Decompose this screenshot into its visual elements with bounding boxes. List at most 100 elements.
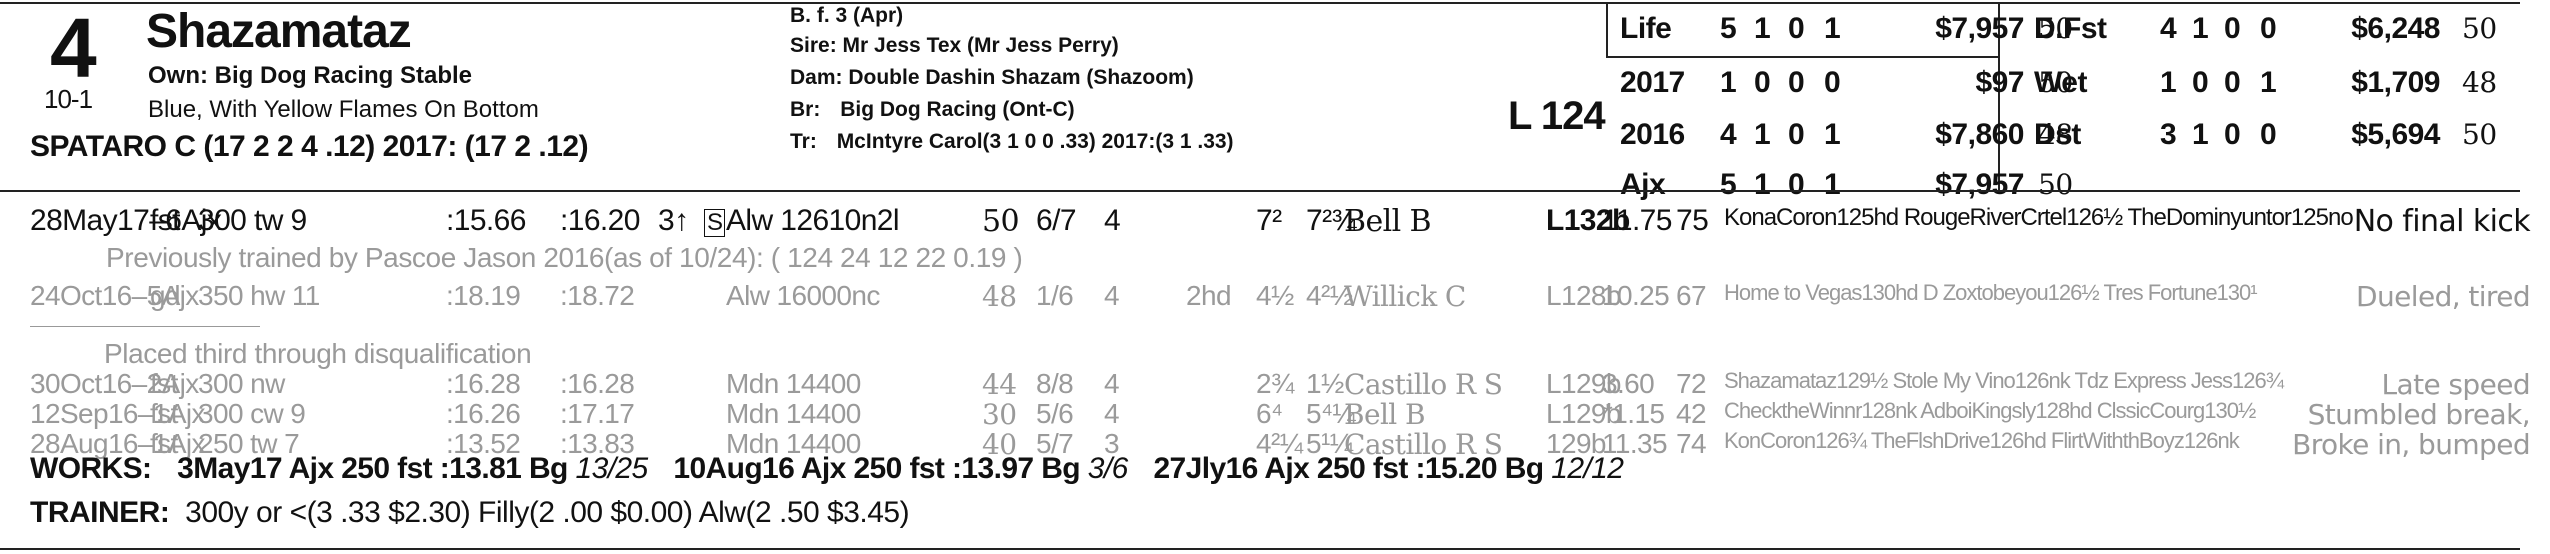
race-1-dist: 350 hw 11 — [198, 280, 320, 311]
work-1-rank: 13/25 — [575, 452, 649, 485]
race-2-odds: 3.60 — [1602, 368, 1655, 399]
trainer-stats-line: TRAINER: 300y or <(3 .33 $2.30) Filly(2 … — [30, 496, 910, 530]
race-3-fin1: 6⁴ — [1256, 398, 1283, 429]
stats-right-w-2: 1 — [2192, 118, 2209, 151]
race-3-pp: 5/6 — [1036, 398, 1074, 429]
race-2-fin1: 2¾ — [1256, 368, 1294, 399]
stats-right-label-2: Dst — [2034, 118, 2081, 151]
breeder-label: Br: — [790, 98, 821, 121]
trainer-name: McIntyre Carol(3 1 0 0 .33) 2017:(3 1 .3… — [836, 130, 1234, 153]
stats-right-s-1: 1 — [2260, 66, 2277, 99]
placed-third-note: Placed third through disqualification — [104, 338, 532, 369]
race-0-rtype: Alw 12610n2l — [726, 204, 900, 237]
trainer-label: Tr: — [790, 130, 817, 153]
stats-right-earn-2: $5,694 — [2351, 118, 2440, 151]
stats-left-s-1: 0 — [1824, 66, 1841, 99]
stats-left-st-0: 5 — [1720, 12, 1737, 45]
stats-right-label-1: Wet — [2034, 66, 2087, 99]
trainer-line: Tr: McIntyre Carol(3 1 0 0 .33) 2017:(3 … — [790, 130, 1234, 154]
stats-left-st-1: 1 — [1720, 66, 1737, 99]
work-1: 3May17 Ajx 250 fst :13.81 Bg — [177, 452, 568, 485]
trainer-stats-text: 300y or <(3 .33 $2.30) Filly(2 .00 $0.00… — [185, 496, 910, 529]
race-1-odds: 10.25 — [1602, 280, 1670, 311]
stats-box-bottom — [1606, 56, 1998, 58]
owner-label: Own: — [148, 62, 208, 89]
dam: Dam: Double Dashin Shazam (Shazoom) — [790, 66, 1194, 89]
sex-age: B. f. 3 (Apr) — [790, 4, 904, 27]
race-3-st: 4 — [1104, 398, 1120, 429]
stats-right-s-0: 0 — [2260, 12, 2277, 45]
jockey-line: SPATARO C (17 2 2 4 .12) 2017: (17 2 .12… — [30, 130, 589, 163]
race-1-c1: 2hd — [1186, 280, 1232, 311]
stats-right-p-0: 0 — [2224, 12, 2241, 45]
stats-left-earn-0: $7,957 — [1935, 12, 2024, 45]
race-2-st: 4 — [1104, 368, 1120, 399]
race-2-fin2: 1½ — [1306, 368, 1344, 399]
race-3-rtype: Mdn 14400 — [726, 398, 861, 429]
race-3-odds: *1.15 — [1602, 398, 1665, 429]
race-4-comp: KonCoron126¾ TheFlshDrive126hd FlirtWith… — [1724, 428, 2240, 453]
stats-right-label-0: D.Fst — [2034, 12, 2107, 45]
breeder-line: Br: Big Dog Racing (Ont-C) — [790, 98, 1075, 122]
stats-left-s-2: 1 — [1824, 118, 1841, 151]
stats-left-p-1: 0 — [1788, 66, 1805, 99]
race-2-sr: 72 — [1676, 368, 1707, 399]
header-separator — [0, 190, 2520, 192]
stats-right-st-1: 1 — [2160, 66, 2177, 99]
stats-left-s-3: 1 — [1824, 168, 1841, 201]
race-0-age: 3↑ — [658, 204, 689, 237]
work-3-rank: 12/12 — [1551, 452, 1624, 485]
race-3-jockey: Bell B — [1344, 398, 1426, 431]
owner-line: Own: Big Dog Racing Stable — [148, 62, 472, 90]
race-1-comp: Home to Vegas130hd D Zoxtobeyou126½ Tres… — [1724, 280, 2258, 305]
bottom-rule — [0, 548, 2520, 550]
race-2-rtype: Mdn 14400 — [726, 368, 861, 399]
race-4-comment: Broke in, bumped — [2292, 428, 2530, 461]
race-1-fin1: 4½ — [1256, 280, 1294, 311]
stats-left-label-0: Life — [1620, 12, 1672, 45]
work-2-rank: 3/6 — [1087, 452, 1129, 485]
silks-description: Blue, With Yellow Flames On Bottom — [148, 96, 539, 123]
stats-left-earn-1: $97 — [1975, 66, 2024, 99]
race-4-sr: 74 — [1676, 428, 1707, 459]
race-0-f1: :15.66 — [446, 204, 526, 237]
race-1-cond: gd — [150, 280, 181, 311]
race-3-cond: fst — [150, 398, 178, 429]
stats-right-s-2: 0 — [2260, 118, 2277, 151]
stats-left-label-2: 2016 — [1620, 118, 1685, 151]
race-0-comp: KonaCoron125hd RougeRiverCrtel126½ TheDo… — [1724, 204, 2354, 231]
stats-right-st-0: 4 — [2160, 12, 2177, 45]
stats-right-earn-1: $1,709 — [2351, 66, 2440, 99]
race-0-pp: 6/7 — [1036, 204, 1077, 237]
previously-trained-note: Previously trained by Pascoe Jason 2016(… — [106, 242, 1023, 273]
works-label: WORKS: — [30, 452, 152, 485]
race-3-comment: Stumbled break, — [2307, 398, 2531, 431]
stats-right-p-2: 0 — [2224, 118, 2241, 151]
race-0-comment: No final kick — [2353, 204, 2531, 239]
work-3: 27Jly16 Ajx 250 fst :15.20 Bg — [1153, 452, 1544, 485]
race-1-jockey: Willick C — [1344, 280, 1466, 313]
state-bred-box: S — [704, 209, 726, 237]
horse-name: Shazamataz — [146, 5, 412, 58]
sire: Sire: Mr Jess Tex (Mr Jess Perry) — [790, 34, 1119, 57]
race-1-f2: :18.72 — [560, 280, 635, 311]
race-0-st: 4 — [1104, 204, 1121, 237]
stats-right-st-2: 3 — [2160, 118, 2177, 151]
stats-left-earn-2: $7,860 — [1935, 118, 2024, 151]
race-0-date: 28May17–6Ajx — [30, 204, 222, 237]
race-3-dist: 300 cw 9 — [198, 398, 306, 429]
stats-left-st-3: 5 — [1720, 168, 1737, 201]
stats-left-label-1: 2017 — [1620, 66, 1685, 99]
race-3-date: 12Sep16–1Ajx — [30, 398, 206, 429]
stats-left-sr-3: 50 — [2038, 168, 2073, 201]
race-3-f1: :16.26 — [446, 398, 521, 429]
stats-left-s-0: 1 — [1824, 12, 1841, 45]
stats-right-sr-0: 50 — [2462, 12, 2497, 45]
stats-right-w-0: 1 — [2192, 12, 2209, 45]
works-line: WORKS: 3May17 Ajx 250 fst :13.81 Bg 13/2… — [30, 452, 1624, 486]
stats-right-earn-0: $6,248 — [2351, 12, 2440, 45]
race-0-cond: fst — [150, 204, 180, 237]
race-1-f1: :18.19 — [446, 280, 521, 311]
race-2-spd: 44 — [982, 368, 1017, 401]
trainer-stats-label: TRAINER: — [30, 496, 170, 529]
